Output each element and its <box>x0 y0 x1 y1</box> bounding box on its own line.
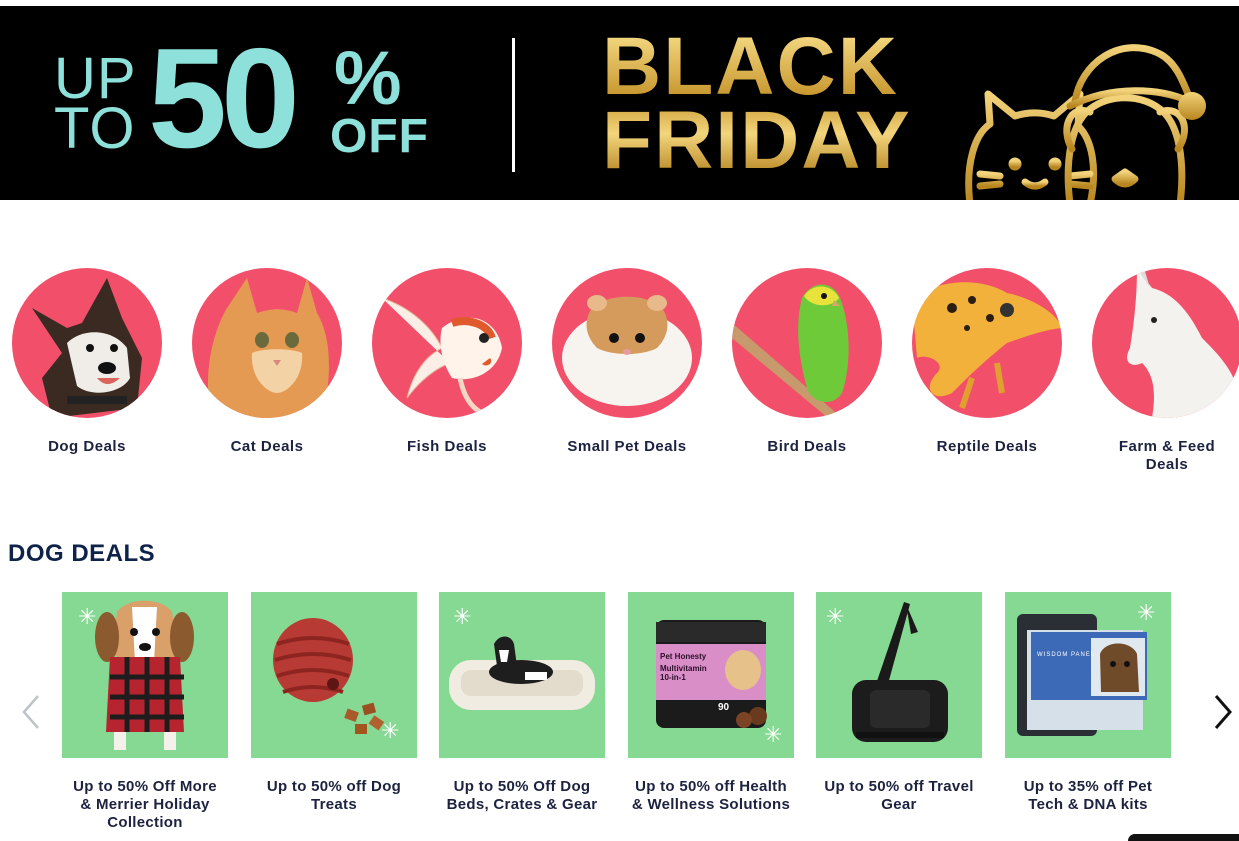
banner-divider <box>512 38 515 172</box>
carousel-next-arrow-icon[interactable] <box>1208 692 1238 732</box>
black-friday-banner[interactable]: UP TO 50 % OFF BLACK FRIDAY <box>0 6 1239 200</box>
category-label[interactable]: Farm & Feed Deals <box>1077 438 1239 474</box>
deal-image-travel-bag[interactable]: ✳ <box>816 592 982 758</box>
deal-image-beagle-sweater[interactable]: ✳ <box>62 592 228 758</box>
deal-label-line: Up to 50% Off More <box>73 778 217 795</box>
cat-dog-santa-icon <box>965 44 1206 200</box>
deal-label-line: Up to 35% off Pet <box>1023 778 1153 795</box>
deal-label-line: Up to 50% off Health <box>635 778 787 795</box>
deal-card[interactable]: ✳ Up to 50% off Travel Gear <box>816 592 982 814</box>
deal-label[interactable]: Up to 50% Off Dog Beds, Crates & Gear <box>439 778 605 814</box>
deal-label-line: Gear <box>881 796 917 813</box>
gecko-image[interactable] <box>912 268 1062 418</box>
deal-label-line: Collection <box>107 814 183 831</box>
deal-image-dna-kit[interactable]: ✳ WISDOM PANEL <box>1005 592 1171 758</box>
banner-off: OFF <box>330 110 429 163</box>
friday-text: FRIDAY <box>602 95 912 186</box>
horse-image[interactable] <box>1092 268 1239 418</box>
category-label[interactable]: Fish Deals <box>357 438 537 456</box>
deal-image-multivitamin[interactable]: Pet Honesty Multivitamin 10-in-1 90 ✳ <box>628 592 794 758</box>
category-bird[interactable]: Bird Deals <box>717 268 897 456</box>
banner-fifty: 50 <box>148 19 300 178</box>
dog-image[interactable] <box>12 268 162 418</box>
category-cat[interactable]: Cat Deals <box>177 268 357 456</box>
cat-image[interactable] <box>192 268 342 418</box>
deal-label-line: Up to 50% off Dog <box>266 778 402 795</box>
category-reptile[interactable]: Reptile Deals <box>897 268 1077 456</box>
sparkle-icon: ✳ <box>381 718 400 743</box>
kit-brand-text: WISDOM PANEL <box>1037 652 1096 658</box>
deal-image-dog-bed[interactable]: ✳ <box>439 592 605 758</box>
banner-percent: % <box>334 36 402 121</box>
deal-label-line: & Wellness Solutions <box>631 796 791 813</box>
category-label[interactable]: Cat Deals <box>177 438 357 456</box>
banner-to-text: TO <box>54 96 136 161</box>
deal-label[interactable]: Up to 50% Off More & Merrier Holiday Col… <box>62 778 228 832</box>
deal-card[interactable]: Pet Honesty Multivitamin 10-in-1 90 ✳ Up… <box>628 592 794 814</box>
category-fish[interactable]: Fish Deals <box>357 268 537 456</box>
category-label[interactable]: Small Pet Deals <box>537 438 717 456</box>
deal-label-line: Treats <box>311 796 357 813</box>
product-brand-text: Pet Honesty <box>660 652 707 661</box>
deal-card[interactable]: ✳ Up to 50% Off Dog Beds, Crates & Gear <box>439 592 605 814</box>
hamster-image[interactable] <box>552 268 702 418</box>
deal-label-line: Tech & DNA kits <box>1028 796 1148 813</box>
category-farm-feed[interactable]: Farm & Feed Deals <box>1077 268 1239 474</box>
category-label[interactable]: Dog Deals <box>0 438 177 456</box>
category-small-pet[interactable]: Small Pet Deals <box>537 268 717 456</box>
category-label[interactable]: Reptile Deals <box>897 438 1077 456</box>
black-text: BLACK <box>602 21 899 112</box>
deal-label[interactable]: Up to 50% off Dog Treats <box>251 778 417 814</box>
deal-label-line: Up to 50% Off Dog <box>453 778 591 795</box>
deal-label[interactable]: Up to 35% off Pet Tech & DNA kits <box>1005 778 1171 814</box>
banner-up-to: UP TO <box>54 50 137 161</box>
sparkle-icon: ✳ <box>764 722 783 747</box>
parakeet-image[interactable] <box>732 268 882 418</box>
product-name-text: Multivitamin 10-in-1 <box>660 664 707 682</box>
deal-label[interactable]: Up to 50% off Travel Gear <box>816 778 982 814</box>
deal-card[interactable]: ✳ Up to 50% off Dog Treats <box>251 592 417 814</box>
category-row: Dog Deals Cat Deals Fish Deals Small Pet… <box>0 268 1239 478</box>
deal-label-line: Up to 50% off Travel <box>824 778 974 795</box>
category-label-line2: Deals <box>1145 456 1189 473</box>
section-title-dog-deals: DOG DEALS <box>8 540 156 567</box>
category-dog[interactable]: Dog Deals <box>0 268 177 456</box>
black-friday-heading: BLACK FRIDAY <box>602 30 912 178</box>
deal-label-line: Beds, Crates & Gear <box>446 796 598 813</box>
chat-widget-tab[interactable] <box>1128 834 1239 841</box>
category-label[interactable]: Bird Deals <box>717 438 897 456</box>
product-count-text: 90 <box>718 702 730 713</box>
deal-image-treats[interactable]: ✳ <box>251 592 417 758</box>
carousel-prev-arrow-icon[interactable] <box>16 692 46 732</box>
deal-card[interactable]: ✳ WISDOM PANEL Up to 35% off Pet Tech & … <box>1005 592 1171 814</box>
deal-card[interactable]: ✳ Up to 50% Off More & Merrier Holiday C… <box>62 592 228 832</box>
deal-label[interactable]: Up to 50% off Health & Wellness Solution… <box>628 778 794 814</box>
category-label-line1: Farm & Feed <box>1118 438 1216 455</box>
deal-label-line: & Merrier Holiday <box>80 796 210 813</box>
fish-image[interactable] <box>372 268 522 418</box>
